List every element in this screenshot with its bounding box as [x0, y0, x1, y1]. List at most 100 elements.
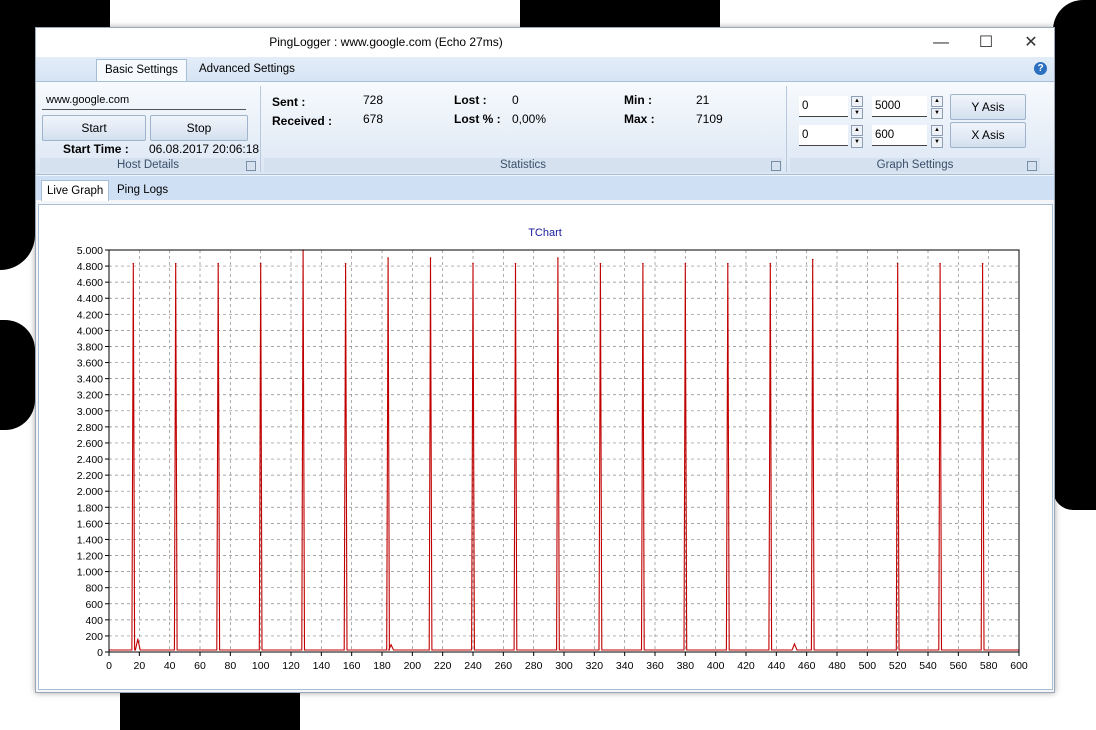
- spike-point: [811, 258, 814, 261]
- y-tick-label: 2.000: [77, 486, 103, 498]
- x-tick-label: 40: [164, 660, 176, 672]
- y-tick-label: 1.600: [77, 518, 103, 530]
- spike-point: [217, 262, 219, 265]
- spike-point: [981, 262, 984, 265]
- y-tick-label: 3.600: [77, 358, 103, 370]
- y-min-input[interactable]: 0: [799, 96, 848, 117]
- x-tick-label: 60: [194, 660, 206, 672]
- x-tick-label: 240: [464, 660, 482, 672]
- x-tick-label: 160: [343, 660, 361, 672]
- lost-percent-value: 0,00%: [512, 112, 547, 126]
- spike-point: [259, 262, 262, 265]
- y-tick-label: 0: [97, 647, 103, 659]
- spike-point: [769, 262, 772, 265]
- tab-live-graph[interactable]: Live Graph: [41, 180, 110, 201]
- max-label: Max :: [624, 112, 655, 126]
- chart-frame: TChart 0 200 400 600 800 1.000 1.200 1.400 1.600…: [43, 208, 1048, 688]
- x-min-stepper[interactable]: ▲ ▼: [851, 125, 863, 148]
- tab-basic-settings[interactable]: Basic Settings: [96, 59, 187, 81]
- y-tick-label: 3.200: [77, 390, 103, 402]
- y-tick-label: 600: [85, 599, 103, 611]
- spike-point: [387, 257, 389, 259]
- y-tick-label: 4.800: [77, 261, 103, 273]
- y-tick-label: 3.000: [77, 406, 103, 418]
- host-details-launcher-icon[interactable]: [246, 161, 256, 171]
- help-icon[interactable]: ?: [1034, 62, 1047, 75]
- x-tick-label: 520: [889, 660, 907, 672]
- spike-point: [174, 262, 177, 265]
- y-tick-label: 5.000: [77, 245, 103, 257]
- y-max-stepper[interactable]: ▲ ▼: [931, 96, 943, 119]
- graph-settings-group-label: Graph Settings: [790, 158, 1040, 172]
- y-tick-label: 2.800: [77, 422, 103, 434]
- spike-point: [684, 262, 687, 265]
- title-bar[interactable]: PingLogger : www.google.com (Echo 27ms) …: [36, 28, 1054, 57]
- spike-point: [557, 257, 559, 259]
- bump-point: [390, 644, 392, 646]
- x-axis-button[interactable]: X Asis: [950, 122, 1026, 148]
- minimize-button[interactable]: —: [926, 32, 956, 54]
- x-tick-label: 600: [1010, 660, 1028, 672]
- x-tick-label: 20: [133, 660, 145, 672]
- host-input[interactable]: www.google.com: [42, 91, 246, 110]
- x-tick-label: 180: [373, 660, 391, 672]
- lost-percent-label: Lost % :: [454, 112, 501, 126]
- tab-ping-logs[interactable]: Ping Logs: [112, 180, 173, 200]
- sent-value: 728: [363, 93, 384, 107]
- y-axis-ticks: 0 200 400 600 800 1.000 1.200 1.400 1.600 1.800 2.…: [77, 245, 109, 659]
- tab-advanced-settings[interactable]: Advanced Settings: [191, 59, 303, 80]
- x-tick-label: 440: [768, 660, 786, 672]
- y-tick-label: 4.600: [77, 277, 103, 289]
- bump-point: [793, 643, 796, 645]
- y-tick-label: 400: [85, 615, 103, 627]
- x-tick-label: 200: [404, 660, 422, 672]
- x-tick-label: 380: [677, 660, 695, 672]
- y-tick-label: 2.600: [77, 438, 103, 450]
- x-tick-label: 260: [495, 660, 513, 672]
- y-axis-button[interactable]: Y Asis: [950, 94, 1026, 120]
- desktop-background: [0, 320, 35, 430]
- start-button[interactable]: Start: [42, 115, 146, 141]
- spike-point: [132, 262, 135, 265]
- x-tick-label: 0: [106, 660, 112, 672]
- desktop-background: [0, 0, 35, 270]
- x-tick-label: 320: [586, 660, 604, 672]
- stop-button[interactable]: Stop: [150, 115, 248, 141]
- spike-point: [429, 257, 432, 259]
- x-max-input[interactable]: 600: [872, 125, 927, 146]
- chart-title: TChart: [528, 227, 562, 239]
- y-tick-label: 1.800: [77, 502, 103, 514]
- x-max-stepper[interactable]: ▲ ▼: [931, 125, 943, 148]
- desktop-background: [520, 0, 720, 27]
- window-title: PingLogger : www.google.com (Echo 27ms): [269, 35, 503, 49]
- x-tick-label: 100: [252, 660, 270, 672]
- maximize-button[interactable]: ☐: [971, 32, 1001, 54]
- y-tick-label: 4.400: [77, 293, 103, 305]
- x-tick-label: 80: [224, 660, 236, 672]
- x-tick-label: 120: [282, 660, 300, 672]
- y-min-stepper[interactable]: ▲ ▼: [851, 96, 863, 119]
- x-tick-label: 140: [313, 660, 331, 672]
- y-tick-label: 800: [85, 583, 103, 595]
- x-tick-label: 400: [707, 660, 725, 672]
- spike-point: [727, 262, 729, 265]
- received-label: Received :: [272, 114, 333, 128]
- x-tick-label: 300: [555, 660, 573, 672]
- ribbon-panel: www.google.com Start Stop Start Time : 0…: [36, 82, 1054, 175]
- close-button[interactable]: ✕: [1016, 32, 1046, 54]
- min-value: 21: [696, 93, 710, 107]
- y-tick-label: 4.000: [77, 325, 103, 337]
- ping-chart: TChart 02004006008001.0001.2001.4001.600…: [77, 227, 1028, 672]
- y-tick-label: 3.800: [77, 341, 103, 353]
- x-tick-label: 500: [859, 660, 877, 672]
- desktop-background: [120, 691, 300, 730]
- x-min-input[interactable]: 0: [799, 125, 848, 146]
- graph-settings-launcher-icon[interactable]: [1027, 161, 1037, 171]
- y-max-input[interactable]: 5000: [872, 96, 927, 117]
- statistics-launcher-icon[interactable]: [771, 161, 781, 171]
- x-axis-ticks: 0 20 40 60 80 100 120 140 160 180 200 220 240 260 280 3…: [106, 652, 1028, 672]
- bump-point: [137, 638, 139, 640]
- y-tick-label: 1.000: [77, 567, 103, 579]
- min-label: Min :: [624, 93, 652, 107]
- y-tick-label: 1.400: [77, 534, 103, 546]
